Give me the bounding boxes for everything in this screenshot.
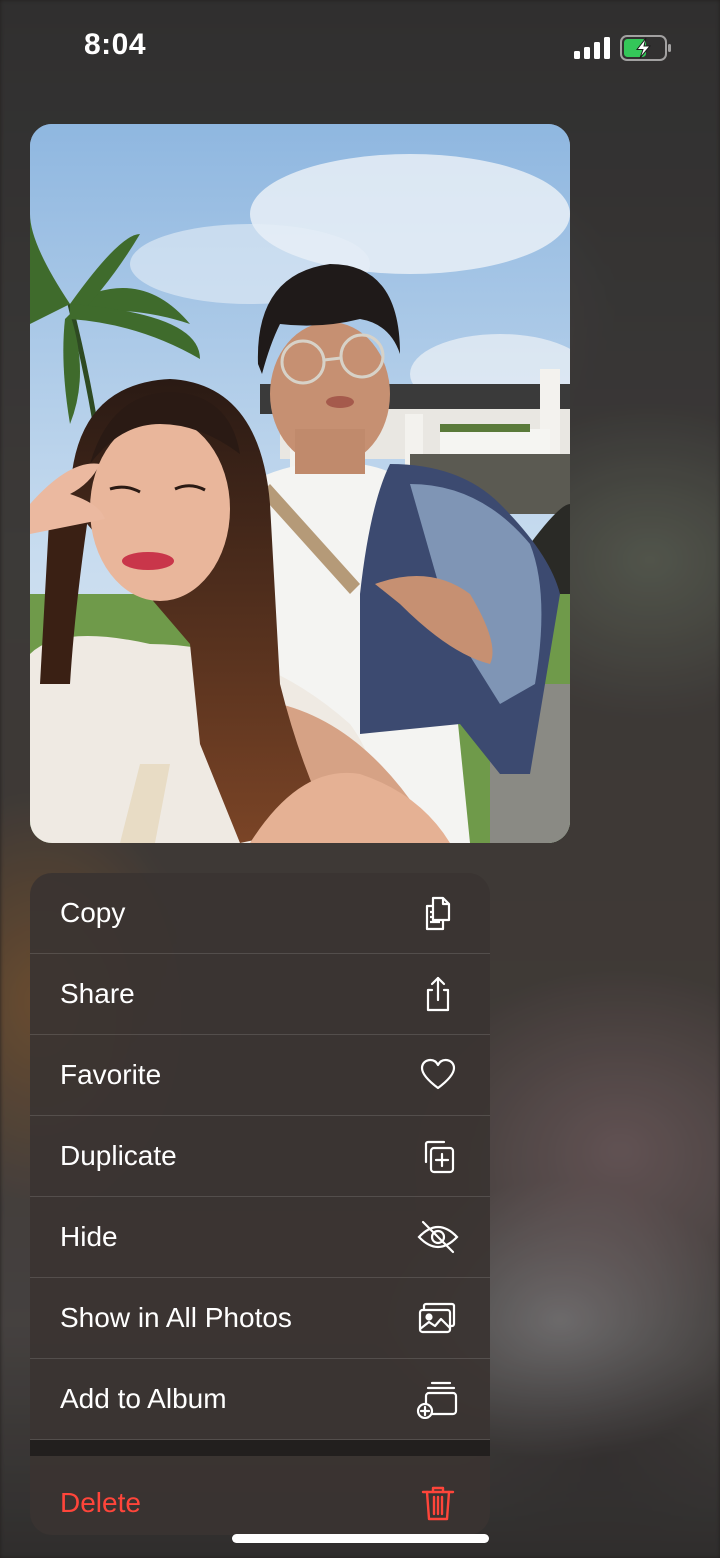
menu-label-copy: Copy [60,897,126,928]
trash-icon [416,1481,460,1525]
menu-item-delete[interactable]: Delete [30,1456,490,1535]
photo-preview[interactable] [30,124,570,843]
menu-item-favorite[interactable]: Favorite [30,1035,490,1116]
photos-icon [416,1296,460,1340]
menu-label-hide: Hide [60,1221,118,1252]
eye-slash-icon [416,1215,460,1259]
home-indicator[interactable] [232,1534,489,1543]
status-bar: 8:04 [0,0,720,96]
menu-label-add-to-album: Add to Album [60,1383,227,1414]
menu-label-duplicate: Duplicate [60,1140,177,1171]
selfie-photo [30,124,570,843]
menu-label-favorite: Favorite [60,1059,162,1090]
status-time: 8:04 [84,28,147,61]
menu-item-share[interactable]: Share [30,954,490,1035]
context-menu: Copy Share Favorite Duplicate Hide Show … [30,873,490,1535]
menu-item-hide[interactable]: Hide [30,1197,490,1278]
cellular-signal-icon [574,37,610,59]
menu-label-delete: Delete [60,1487,141,1518]
menu-label-show-in-all-photos: Show in All Photos [60,1302,292,1333]
menu-label-share: Share [60,978,135,1009]
menu-separator [30,1440,490,1456]
add-to-album-icon [416,1377,460,1421]
copy-icon [416,891,460,935]
menu-item-copy[interactable]: Copy [30,873,490,954]
duplicate-icon [416,1134,460,1178]
menu-item-duplicate[interactable]: Duplicate [30,1116,490,1197]
menu-item-add-to-album[interactable]: Add to Album [30,1359,490,1440]
battery-charging-icon [620,35,671,61]
share-icon [416,972,460,1016]
menu-item-show-in-all-photos[interactable]: Show in All Photos [30,1278,490,1359]
heart-icon [416,1053,460,1097]
